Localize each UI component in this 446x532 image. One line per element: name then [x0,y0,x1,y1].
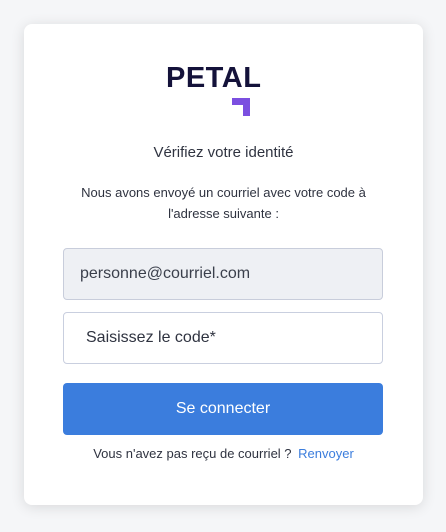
code-input[interactable] [63,312,383,364]
page-title: Vérifiez votre identité [153,144,294,161]
description-line-2: l'adresse suivante : [168,206,279,221]
petal-logo: PETAL [166,64,261,120]
description-line-1: Nous avons envoyé un courriel avec votre… [81,185,366,200]
sign-in-button[interactable]: Se connecter [63,383,383,435]
logo-text: PETAL [166,62,262,94]
resend-row: Vous n'avez pas reçu de courriel ? Renvo… [24,446,423,461]
email-field[interactable] [63,248,383,300]
description: Nous avons envoyé un courriel avec votre… [24,182,423,224]
resend-link[interactable]: Renvoyer [298,446,354,461]
logo-corner-mark [232,98,250,116]
resend-prompt: Vous n'avez pas reçu de courriel ? [93,446,292,461]
